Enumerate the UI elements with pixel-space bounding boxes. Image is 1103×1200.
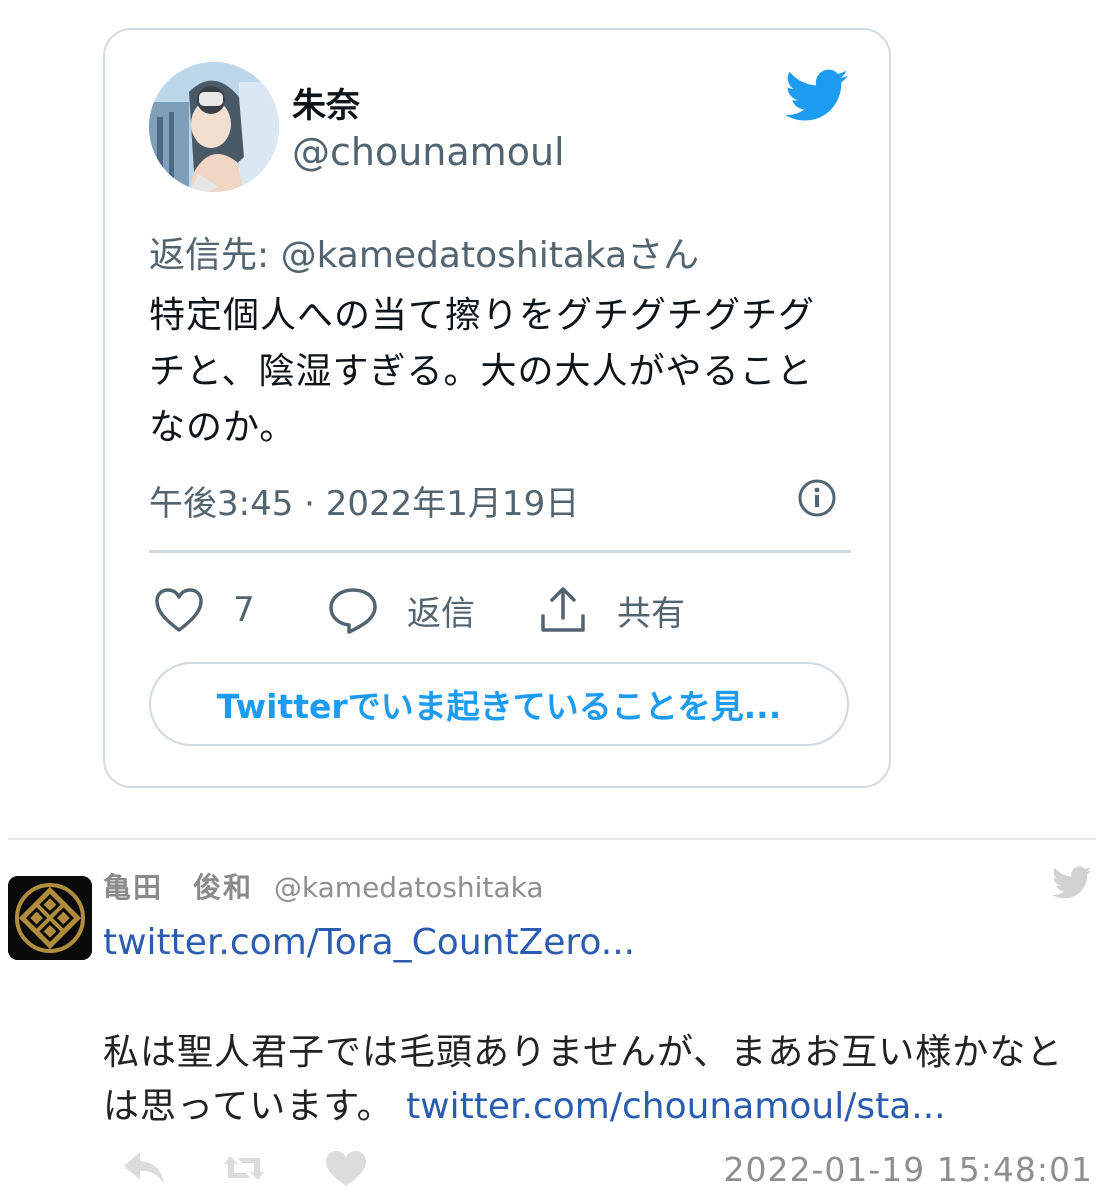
tweet-text: 特定個人への当て擦りをグチグチグチグチと、陰湿すぎる。大の大人がやることなのか。 bbox=[149, 295, 816, 448]
avatar[interactable] bbox=[149, 62, 279, 192]
twitter-bird-icon[interactable] bbox=[785, 68, 849, 124]
card-divider bbox=[149, 550, 851, 553]
section-separator bbox=[8, 838, 1096, 840]
embedded-tweet-link[interactable]: twitter.com/chounamoul/sta... bbox=[406, 1086, 946, 1127]
quoted-tweet-link[interactable]: twitter.com/Tora_CountZero... bbox=[103, 922, 635, 963]
heart-icon bbox=[155, 588, 203, 632]
author-row: 亀田 俊和 @kamedatoshitaka bbox=[103, 866, 543, 906]
tweet-actions: 7 返信 共有 bbox=[149, 582, 849, 638]
twitter-bird-icon[interactable] bbox=[1052, 866, 1092, 900]
share-icon bbox=[541, 587, 585, 632]
like-button[interactable]: 7 bbox=[153, 582, 255, 638]
reply-to-line: 返信先: @kamedatoshitakaさん bbox=[149, 226, 699, 278]
reply-mention-link[interactable]: @kamedatoshitaka bbox=[281, 235, 628, 276]
like-count: 7 bbox=[233, 590, 255, 630]
share-button[interactable]: 共有 bbox=[537, 582, 685, 638]
retweet-icon[interactable] bbox=[220, 1148, 268, 1188]
comment-datetime[interactable]: 2022-01-19 15:48:01 bbox=[724, 1150, 1093, 1189]
share-label: 共有 bbox=[617, 593, 685, 634]
author-handle[interactable]: @kamedatoshitaka bbox=[274, 871, 544, 904]
embedded-tweet-card[interactable]: 朱奈 @chounamoul 返信先: @kamedatoshitakaさん 特… bbox=[103, 28, 891, 788]
author-avatar[interactable] bbox=[8, 876, 92, 960]
see-more-button[interactable]: Twitterでいま起きていることを見... bbox=[149, 662, 849, 746]
display-name[interactable]: 朱奈 bbox=[292, 78, 360, 127]
heart-icon[interactable] bbox=[322, 1148, 370, 1188]
reply-arrow-icon[interactable] bbox=[120, 1148, 168, 1188]
comment-actions bbox=[120, 1148, 380, 1192]
reply-label: 返信 bbox=[407, 593, 475, 634]
comment-text: 私は聖人君子では毛頭ありませんが、まあお互い様かなとは思っています。 twitt… bbox=[103, 1026, 1083, 1134]
info-icon[interactable] bbox=[797, 478, 837, 518]
reply-prefix: 返信先: bbox=[149, 235, 281, 276]
reply-suffix: さん bbox=[627, 235, 700, 276]
tweet-timestamp[interactable]: 午後3:45 · 2022年1月19日 bbox=[149, 476, 579, 525]
author-name[interactable]: 亀田 俊和 bbox=[103, 871, 253, 904]
reply-button[interactable]: 返信 bbox=[327, 582, 475, 638]
speech-bubble-icon bbox=[329, 588, 377, 634]
user-handle[interactable]: @chounamoul bbox=[292, 130, 565, 174]
